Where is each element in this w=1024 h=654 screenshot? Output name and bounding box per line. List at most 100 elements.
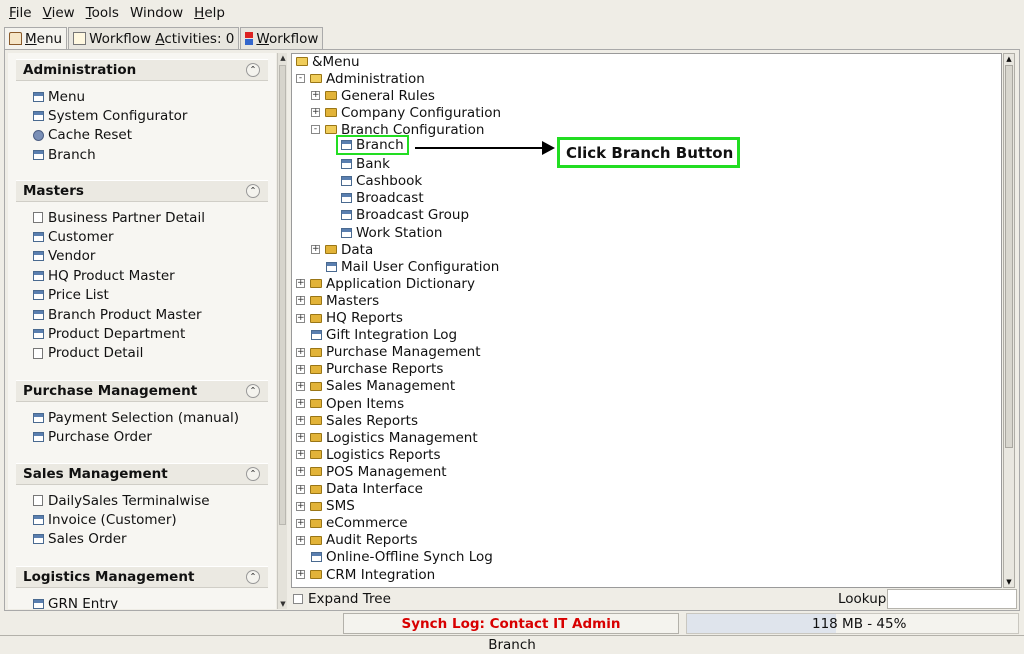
tree-item[interactable]: + HQ Reports <box>296 310 403 327</box>
sidebar-item[interactable]: HQ Product Master <box>33 266 268 285</box>
tree-item[interactable]: + Sales Reports <box>296 412 418 429</box>
sidebar-item[interactable]: Vendor <box>33 247 268 266</box>
sidebar-item[interactable]: GRN Entry <box>33 594 268 609</box>
menu-help[interactable]: Help <box>194 5 225 21</box>
sidebar-scrollbar[interactable]: ▲ ▼ <box>277 53 287 609</box>
sidebar-item[interactable]: Product Detail <box>33 344 268 363</box>
tree-item[interactable]: Mail User Configuration <box>326 258 499 275</box>
tree-item[interactable]: + General Rules <box>311 87 435 104</box>
expand-icon[interactable]: + <box>296 570 305 579</box>
sidebar-item[interactable]: Business Partner Detail <box>33 208 268 227</box>
expand-icon[interactable]: + <box>296 501 305 511</box>
tree-item[interactable]: + Logistics Management <box>296 429 478 446</box>
sidebar-item[interactable]: Branch <box>33 145 268 164</box>
sidebar-item[interactable]: Cache Reset <box>33 126 268 145</box>
tree-item[interactable]: Bank <box>341 156 390 173</box>
expand-icon[interactable]: + <box>296 347 305 357</box>
expand-icon[interactable]: + <box>296 313 305 323</box>
section-header[interactable]: Sales Management ⌃ <box>16 463 268 485</box>
tab-workflow-activities[interactable]: Workflow Activities: 0 <box>68 27 240 49</box>
tree-item[interactable]: + Audit Reports <box>296 532 417 549</box>
sync-log-button[interactable]: Synch Log: Contact IT Admin <box>343 613 679 634</box>
collapse-icon[interactable]: - <box>311 125 320 135</box>
tree-item[interactable]: Gift Integration Log <box>311 327 457 344</box>
highlighted-branch-item[interactable]: Branch <box>336 135 409 155</box>
tree-item[interactable]: + Sales Management <box>296 378 455 395</box>
sidebar-item[interactable]: DailySales Terminalwise <box>33 491 268 510</box>
expand-icon[interactable]: + <box>296 467 305 477</box>
tab-menu[interactable]: Menu <box>4 27 68 49</box>
tab-workflow[interactable]: Workflow <box>240 27 324 49</box>
tree-item[interactable]: Broadcast <box>341 190 424 207</box>
scroll-down-icon[interactable]: ▼ <box>1004 577 1014 587</box>
memory-indicator[interactable]: 118 MB - 45% <box>686 613 1019 634</box>
collapse-icon[interactable]: ⌃ <box>246 184 260 198</box>
scroll-up-icon[interactable]: ▲ <box>1004 54 1014 64</box>
expand-icon[interactable]: + <box>296 364 305 374</box>
expand-icon[interactable]: + <box>311 91 320 101</box>
expand-icon[interactable]: + <box>296 381 305 391</box>
expand-icon[interactable]: + <box>296 399 305 408</box>
sidebar-item[interactable]: Purchase Order <box>33 427 268 446</box>
sidebar-item[interactable]: System Configurator <box>33 106 268 125</box>
tree-item[interactable]: + eCommerce <box>296 515 408 532</box>
tree-item[interactable]: - Administration <box>296 70 425 87</box>
tree-item[interactable]: + POS Management <box>296 463 447 480</box>
section-header[interactable]: Logistics Management ⌃ <box>16 566 268 588</box>
expand-icon[interactable]: + <box>296 279 305 289</box>
sidebar-item[interactable]: Customer <box>33 227 268 246</box>
expand-icon[interactable]: + <box>296 484 305 494</box>
expand-icon[interactable]: + <box>296 296 305 306</box>
scroll-down-icon[interactable]: ▼ <box>278 599 288 609</box>
expand-icon[interactable]: + <box>296 518 305 528</box>
tree-scrollbar[interactable]: ▲ ▼ <box>1003 53 1015 588</box>
sidebar-scroll-thumb[interactable] <box>279 65 286 525</box>
section-header[interactable]: Purchase Management ⌃ <box>16 380 268 402</box>
tree-root[interactable]: &Menu <box>296 54 360 70</box>
section-header[interactable]: Masters ⌃ <box>16 180 268 202</box>
sidebar-item[interactable]: Menu <box>33 87 268 106</box>
tree-scroll-thumb[interactable] <box>1005 65 1013 448</box>
tree-item[interactable]: Branch <box>336 135 409 155</box>
expand-tree-label[interactable]: Expand Tree <box>308 591 391 607</box>
tree-item[interactable]: Online-Offline Synch Log <box>311 549 493 566</box>
tree-item[interactable]: + Company Configuration <box>311 104 501 121</box>
collapse-icon[interactable]: ⌃ <box>246 384 260 398</box>
expand-icon[interactable]: + <box>296 450 305 460</box>
collapse-icon[interactable]: ⌃ <box>246 63 260 77</box>
sidebar-item[interactable]: Invoice (Customer) <box>33 510 268 529</box>
menu-tools[interactable]: Tools <box>86 5 119 21</box>
tree-item[interactable]: + Data Interface <box>296 481 423 498</box>
expand-icon[interactable]: + <box>296 416 305 426</box>
tree-item[interactable]: + Masters <box>296 292 379 309</box>
menu-view[interactable]: View <box>43 5 75 21</box>
sidebar-item[interactable]: Price List <box>33 286 268 305</box>
collapse-icon[interactable]: - <box>296 74 305 84</box>
lookup-input[interactable] <box>887 589 1017 609</box>
sidebar-item[interactable]: Sales Order <box>33 530 268 549</box>
tree-item[interactable]: + Purchase Reports <box>296 361 443 378</box>
expand-icon[interactable]: + <box>311 245 320 255</box>
tree-item[interactable]: + Open Items <box>296 395 404 412</box>
section-header[interactable]: Administration ⌃ <box>16 59 268 81</box>
sidebar-item[interactable]: Product Department <box>33 324 268 343</box>
tree-item[interactable]: + CRM Integration <box>296 566 435 583</box>
collapse-icon[interactable]: ⌃ <box>246 570 260 584</box>
tree-item[interactable]: Broadcast Group <box>341 207 469 224</box>
expand-icon[interactable]: + <box>296 535 305 545</box>
sidebar-item[interactable]: Branch Product Master <box>33 305 268 324</box>
tree-item[interactable]: + Purchase Management <box>296 344 481 361</box>
tree-item[interactable]: Cashbook <box>341 173 422 190</box>
expand-icon[interactable]: + <box>296 433 305 443</box>
sidebar-item[interactable]: Payment Selection (manual) <box>33 408 268 427</box>
tree-item[interactable]: + Logistics Reports <box>296 446 440 463</box>
expand-icon[interactable]: + <box>311 108 320 118</box>
menu-file[interactable]: File <box>9 5 32 21</box>
tree-item[interactable]: + Application Dictionary <box>296 275 475 292</box>
tree-item[interactable]: + Data <box>311 241 373 258</box>
tree-item[interactable]: Work Station <box>341 224 442 241</box>
expand-tree-checkbox[interactable] <box>293 594 303 604</box>
scroll-up-icon[interactable]: ▲ <box>278 53 288 63</box>
collapse-icon[interactable]: ⌃ <box>246 467 260 481</box>
menu-window[interactable]: Window <box>130 5 183 21</box>
